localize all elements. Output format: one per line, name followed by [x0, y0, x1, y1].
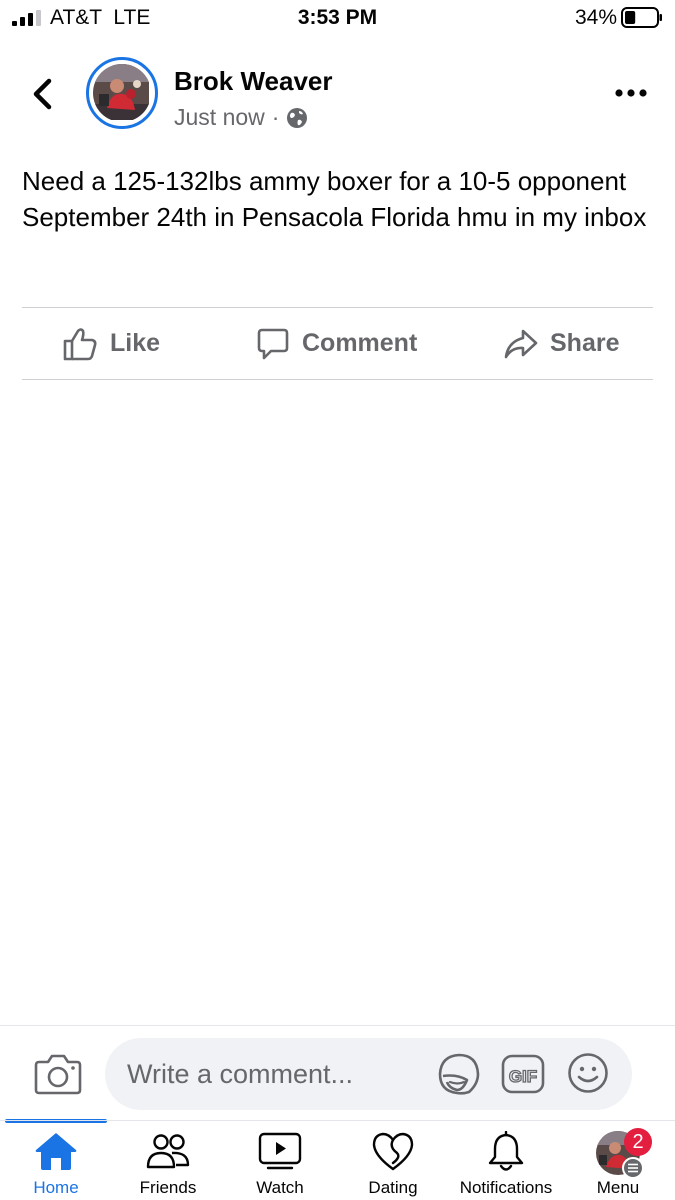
post-timestamp[interactable]: Just now [174, 104, 265, 131]
comment-button[interactable]: Comment [256, 308, 417, 379]
back-button[interactable] [24, 76, 60, 112]
gif-text: GIF [509, 1067, 537, 1086]
avatar-photo [93, 64, 151, 122]
heart-icon [372, 1132, 414, 1171]
friends-icon [146, 1134, 190, 1169]
tab-menu-label: Menu [596, 1178, 640, 1197]
comment-composer: GIF [105, 1038, 632, 1110]
tab-notifications[interactable]: Notifications [450, 1121, 562, 1200]
author-avatar[interactable] [86, 57, 158, 129]
post-meta: Just now · [174, 104, 308, 131]
status-bar: AT&T LTE 3:53 PM 34% [0, 0, 675, 38]
bottom-tab-bar: Home Friends Watch Dating Notifications … [0, 1120, 675, 1200]
meta-separator: · [271, 104, 280, 130]
tab-watch[interactable]: Watch [224, 1121, 336, 1200]
like-label: Like [110, 329, 161, 357]
chevron-left-icon [33, 78, 52, 110]
composer-divider [0, 1025, 675, 1026]
gif-button[interactable]: GIF [501, 1054, 545, 1094]
comment-label: Comment [302, 329, 418, 357]
emoji-button[interactable] [567, 1052, 609, 1094]
more-options-button[interactable] [613, 80, 649, 106]
gif-icon: GIF [501, 1054, 545, 1094]
sticker-icon [438, 1053, 480, 1095]
home-icon [35, 1133, 77, 1170]
more-dots-icon [615, 89, 647, 97]
share-label: Share [550, 329, 620, 357]
post-actions: Like Comment Share [22, 308, 653, 379]
post-body: Need a 125-132lbs ammy boxer for a 10-5 … [22, 166, 647, 232]
share-arrow-icon [504, 329, 538, 358]
author-name[interactable]: Brok Weaver [174, 66, 333, 97]
notification-badge: 2 [624, 1128, 652, 1156]
camera-button[interactable] [34, 1052, 82, 1096]
tab-home[interactable]: Home [0, 1121, 112, 1200]
battery-percentage: 34% [574, 6, 617, 29]
tab-menu[interactable]: Menu [562, 1121, 674, 1200]
smiley-icon [568, 1053, 608, 1093]
menu-lines-icon [622, 1157, 644, 1179]
divider-bottom [22, 379, 653, 380]
thumbs-up-icon [63, 327, 97, 360]
globe-icon [287, 107, 308, 128]
sticker-button[interactable] [437, 1052, 481, 1096]
battery-icon [621, 7, 662, 28]
like-button[interactable]: Like [62, 308, 160, 379]
camera-icon [34, 1054, 82, 1095]
comment-bubble-icon [257, 328, 289, 359]
clock: 3:53 PM [297, 6, 378, 29]
comment-input[interactable] [127, 1038, 427, 1110]
bell-icon [488, 1131, 524, 1171]
watch-icon [258, 1132, 302, 1170]
tab-dating[interactable]: Dating [337, 1121, 449, 1200]
tab-friends[interactable]: Friends [112, 1121, 224, 1200]
share-button[interactable]: Share [504, 308, 619, 379]
